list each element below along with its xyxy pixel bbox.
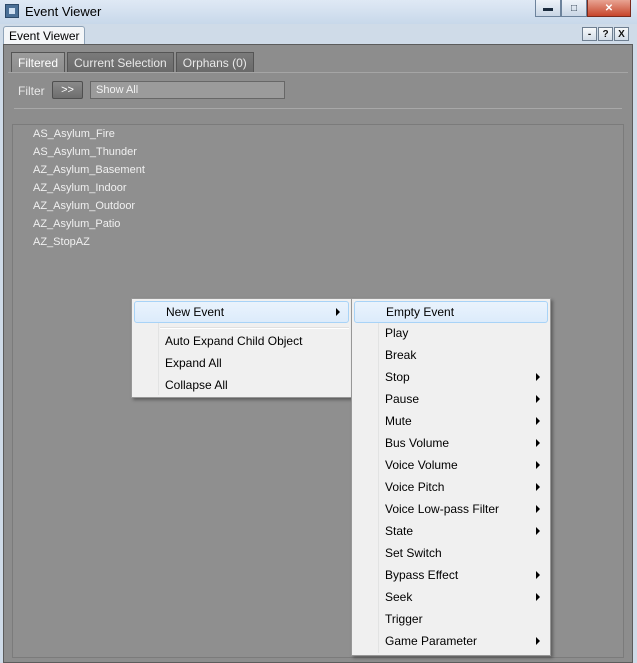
menu-item-label: Bypass Effect: [385, 568, 459, 582]
menu-item-label: Break: [385, 348, 417, 362]
window-title: Event Viewer: [25, 4, 102, 19]
menu-item-new-event[interactable]: New Event: [134, 301, 349, 323]
window-titlebar[interactable]: Event Viewer ▬ □ ✕: [0, 0, 637, 25]
panel-help-button[interactable]: ?: [598, 27, 613, 41]
menu-item-label: Collapse All: [165, 378, 228, 392]
menu-item-expand-all[interactable]: Expand All: [134, 353, 349, 375]
submenu-arrow-icon: [536, 637, 540, 645]
event-item-az-asylum-indoor[interactable]: AZ_Asylum_Indoor: [33, 182, 127, 194]
window-controls: ▬ □ ✕: [535, 0, 631, 18]
submenu-item-empty-event[interactable]: Empty Event: [354, 301, 548, 323]
close-button[interactable]: ✕: [587, 0, 631, 17]
minimize-button[interactable]: ▬: [535, 0, 561, 17]
menu-item-label: Trigger: [385, 612, 423, 626]
menu-item-label: Seek: [385, 590, 413, 604]
menu-item-label: Empty Event: [386, 305, 455, 319]
submenu-arrow-icon: [536, 593, 540, 601]
submenu-item-seek[interactable]: Seek: [354, 587, 548, 609]
panel-tab-row: Event Viewer - ? X: [0, 24, 637, 45]
submenu-arrow-icon: [536, 483, 540, 491]
tab-current-selection[interactable]: Current Selection: [67, 52, 174, 72]
submenu-arrow-icon: [536, 571, 540, 579]
submenu-item-state[interactable]: State: [354, 521, 548, 543]
submenu-arrow-icon: [536, 439, 540, 447]
menu-item-label: Voice Low-pass Filter: [385, 502, 500, 516]
filter-expand-button[interactable]: >>: [52, 81, 83, 99]
submenu-arrow-icon: [536, 395, 540, 403]
submenu-item-bus-volume[interactable]: Bus Volume: [354, 433, 548, 455]
submenu-item-play[interactable]: Play: [354, 323, 548, 345]
submenu-arrow-icon: [536, 461, 540, 469]
view-tabs: Filtered Current Selection Orphans (0): [11, 52, 254, 72]
menu-item-label: Play: [385, 326, 409, 340]
submenu-item-voice-pitch[interactable]: Voice Pitch: [354, 477, 548, 499]
submenu-item-game-parameter[interactable]: Game Parameter: [354, 631, 548, 653]
panel-controls: - ? X: [582, 27, 629, 41]
submenu-arrow-icon: [336, 308, 340, 316]
submenu-arrow-icon: [536, 505, 540, 513]
submenu-item-break[interactable]: Break: [354, 345, 548, 367]
menu-item-label: Expand All: [165, 356, 222, 370]
submenu-item-mute[interactable]: Mute: [354, 411, 548, 433]
context-menu: New Event Auto Expand Child Object Expan…: [131, 298, 352, 398]
filter-field[interactable]: Show All: [90, 81, 285, 99]
menu-item-auto-expand-child-object[interactable]: Auto Expand Child Object: [134, 331, 349, 353]
menu-item-label: Pause: [385, 392, 420, 406]
menu-item-label: Auto Expand Child Object: [165, 334, 303, 348]
menu-item-label: Bus Volume: [385, 436, 450, 450]
tab-orphans[interactable]: Orphans (0): [175, 52, 254, 72]
maximize-button[interactable]: □: [561, 0, 587, 17]
event-item-as-asylum-fire[interactable]: AS_Asylum_Fire: [33, 128, 115, 140]
panel-tab-event-viewer[interactable]: Event Viewer: [3, 26, 86, 45]
menu-item-collapse-all[interactable]: Collapse All: [134, 375, 349, 397]
event-item-az-stopaz[interactable]: AZ_StopAZ: [33, 236, 90, 248]
filter-label: Filter: [18, 84, 45, 98]
menu-item-label: Game Parameter: [385, 634, 478, 648]
submenu-item-voice-low-pass-filter[interactable]: Voice Low-pass Filter: [354, 499, 548, 521]
event-item-az-asylum-outdoor[interactable]: AZ_Asylum_Outdoor: [33, 200, 135, 212]
submenu-item-trigger[interactable]: Trigger: [354, 609, 548, 631]
submenu-item-bypass-effect[interactable]: Bypass Effect: [354, 565, 548, 587]
menu-item-label: Voice Volume: [385, 458, 458, 472]
event-item-az-asylum-basement[interactable]: AZ_Asylum_Basement: [33, 164, 145, 176]
new-event-submenu: Empty Event Play Break Stop Pause Mute B…: [351, 298, 551, 656]
menu-item-label: New Event: [166, 305, 225, 319]
submenu-item-stop[interactable]: Stop: [354, 367, 548, 389]
submenu-item-pause[interactable]: Pause: [354, 389, 548, 411]
submenu-item-set-switch[interactable]: Set Switch: [354, 543, 548, 565]
submenu-arrow-icon: [536, 373, 540, 381]
submenu-arrow-icon: [536, 527, 540, 535]
event-item-az-asylum-patio[interactable]: AZ_Asylum_Patio: [33, 218, 120, 230]
menu-item-label: Voice Pitch: [385, 480, 445, 494]
menu-item-label: Set Switch: [385, 546, 442, 560]
submenu-arrow-icon: [536, 417, 540, 425]
divider: [14, 108, 622, 109]
menu-item-label: Mute: [385, 414, 412, 428]
menu-separator: [160, 327, 349, 329]
submenu-item-voice-volume[interactable]: Voice Volume: [354, 455, 548, 477]
menu-item-label: Stop: [385, 370, 410, 384]
menu-item-label: State: [385, 524, 414, 538]
panel-minimize-button[interactable]: -: [582, 27, 597, 41]
panel-close-button[interactable]: X: [614, 27, 629, 41]
event-item-as-asylum-thunder[interactable]: AS_Asylum_Thunder: [33, 146, 137, 158]
tab-filtered[interactable]: Filtered: [11, 52, 66, 72]
app-icon: [5, 4, 19, 18]
